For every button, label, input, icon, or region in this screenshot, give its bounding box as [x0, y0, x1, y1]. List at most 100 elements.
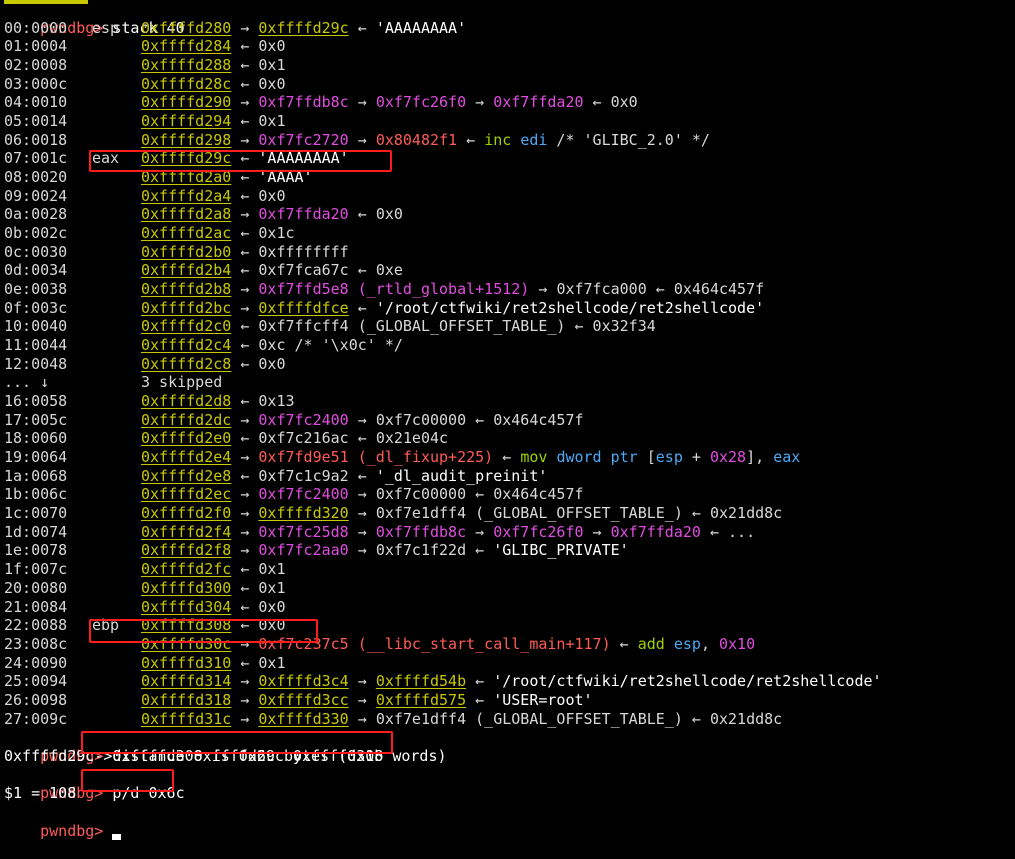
stack-offset: 00:0000 — [4, 18, 68, 37]
stack-address[interactable]: 0xffffd2bc — [141, 299, 231, 317]
stack-address[interactable]: 0xffffd2c8 — [141, 355, 231, 373]
stack-address[interactable]: 0xffffd29c — [141, 149, 231, 167]
stack-offset: 06:0018 — [4, 130, 68, 149]
stack-address[interactable]: 0xffffd318 — [141, 691, 231, 709]
stack-row: ... ↓ 3 skipped — [4, 373, 1014, 392]
stack-value: → — [231, 690, 259, 709]
stack-address[interactable]: 0xffffd2a0 — [141, 168, 231, 186]
stack-value: → — [348, 690, 376, 709]
stack-value: ← — [682, 504, 710, 523]
stack-address[interactable]: 0xffffd308 — [141, 616, 231, 634]
stack-address[interactable]: 0xffffd2dc — [141, 411, 231, 429]
stack-value: ← — [348, 18, 376, 37]
stack-address[interactable]: 0xffffd575 — [376, 691, 466, 709]
stack-address[interactable]: 0xffffd3c4 — [258, 672, 348, 690]
stack-address[interactable]: 0xffffd2d8 — [141, 392, 231, 410]
stack-address[interactable]: 0xffffd2ec — [141, 485, 231, 503]
stack-command-line[interactable]: pwndbg> stack 40 — [4, 0, 1014, 37]
stack-address[interactable]: 0xffffd2a4 — [141, 187, 231, 205]
stack-value: ← — [610, 634, 638, 653]
stack-value: → — [231, 522, 259, 541]
stack-address[interactable]: 0xffffd320 — [258, 504, 348, 522]
distance-command-line[interactable]: pwndbg> distance 0xffffd29c 0xffffd308 — [4, 728, 1014, 765]
stack-address[interactable]: 0xffffd54b — [376, 672, 466, 690]
stack-offset: ... ↓ — [4, 373, 50, 392]
stack-value: 0x0 — [375, 205, 403, 224]
stack-value: → — [231, 93, 259, 112]
stack-offset: 16:0058 — [4, 392, 68, 411]
stack-address[interactable]: 0xffffd330 — [258, 710, 348, 728]
stack-value: 'GLIBC_PRIVATE' — [493, 541, 629, 560]
stack-value: → — [231, 205, 259, 224]
stack-value: esp — [655, 448, 683, 467]
stack-value: '/root/ctfwiki/ret2shellcode/ret2shellco… — [493, 672, 882, 691]
stack-address[interactable]: 0xffffd28c — [141, 75, 231, 93]
stack-value: → — [231, 130, 259, 149]
stack-address[interactable]: 0xffffd2f0 — [141, 504, 231, 522]
stack-address[interactable]: 0xffffd2e0 — [141, 429, 231, 447]
stack-address[interactable]: 0xffffd2e4 — [141, 448, 231, 466]
stack-offset: 24:0090 — [4, 653, 68, 672]
stack-address[interactable]: 0xffffd29c — [258, 19, 348, 37]
stack-value: ], — [746, 448, 774, 467]
stack-row: 1d:0074 0xffffd2f4 → 0xf7fc25d8 → 0xf7ffd… — [4, 523, 1014, 542]
stack-address[interactable]: 0xffffd300 — [141, 579, 231, 597]
input-prompt-line[interactable]: pwndbg> — [4, 803, 1014, 841]
stack-address[interactable]: 0xffffd288 — [141, 56, 231, 74]
stack-address[interactable]: 0xffffd298 — [141, 131, 231, 149]
stack-value: 'AAAAAAAA' — [375, 18, 467, 37]
stack-offset: 03:000c — [4, 74, 68, 93]
stack-value: 0xf7ffda20 — [258, 205, 349, 224]
stack-value: → — [231, 280, 259, 299]
stack-address[interactable]: 0xffffd284 — [141, 37, 231, 55]
stack-offset: 21:0084 — [4, 597, 68, 616]
stack-address[interactable]: 0xffffd2c0 — [141, 317, 231, 335]
stack-address[interactable]: 0xffffd2f4 — [141, 523, 231, 541]
stack-row: 05:0014 0xffffd294 ← 0x1 — [4, 112, 1014, 131]
stack-address[interactable]: 0xffffd2fc — [141, 560, 231, 578]
stack-address[interactable]: 0xffffd31c — [141, 710, 231, 728]
stack-offset: 0e:0038 — [4, 280, 68, 299]
stack-offset: 0c:0030 — [4, 242, 68, 261]
stack-address[interactable]: 0xffffd30c — [141, 635, 231, 653]
stack-row: 27:009c 0xffffd31c → 0xffffd330 → 0xf7e1d… — [4, 710, 1014, 729]
stack-offset: 12:0048 — [4, 354, 68, 373]
stack-address[interactable]: 0xffffd2f8 — [141, 541, 231, 559]
print-command-line[interactable]: pwndbg> p/d 0x6c — [4, 766, 1014, 802]
stack-value: → — [348, 504, 376, 523]
stack-value: → — [231, 410, 259, 429]
stack-address[interactable]: 0xffffd2a8 — [141, 205, 231, 223]
stack-offset: 1b:006c — [4, 485, 68, 504]
stack-address[interactable]: 0xffffd3cc — [258, 691, 348, 709]
stack-offset: 07:001c — [4, 149, 68, 168]
stack-value: → — [231, 504, 259, 523]
stack-address[interactable]: 0xffffd310 — [141, 654, 231, 672]
stack-value: 0xf7c216ac — [258, 429, 349, 448]
stack-value: edi — [520, 130, 548, 149]
stack-address[interactable]: 0xffffd280 — [141, 19, 231, 37]
stack-offset: 0a:0028 — [4, 205, 68, 224]
stack-value: 0x0 — [258, 354, 286, 373]
stack-address[interactable]: 0xffffd2b8 — [141, 280, 231, 298]
stack-value: 0xf7e1dff4 (_GLOBAL_OFFSET_TABLE_) — [375, 709, 683, 728]
stack-address[interactable]: 0xffffd2e8 — [141, 467, 231, 485]
stack-value: ← — [231, 354, 259, 373]
stack-offset: 1a:0068 — [4, 466, 68, 485]
stack-value: 3 skipped — [141, 373, 223, 392]
stack-address[interactable]: 0xffffd2ac — [141, 224, 231, 242]
stack-address[interactable]: 0xffffd314 — [141, 672, 231, 690]
stack-value: dword ptr — [556, 448, 638, 467]
stack-value — [349, 448, 358, 466]
stack-value: → — [231, 672, 259, 691]
stack-value: ← — [466, 690, 494, 709]
stack-value: 0xc /* '\x0c' */ — [258, 336, 403, 355]
stack-address[interactable]: 0xffffd290 — [141, 93, 231, 111]
stack-address[interactable]: 0xffffd2b0 — [141, 243, 231, 261]
stack-address[interactable]: 0xffffd2c4 — [141, 336, 231, 354]
stack-address[interactable]: 0xffffdfce — [258, 299, 348, 317]
stack-offset: 1f:007c — [4, 560, 68, 579]
stack-value: 0xf7e1dff4 (_GLOBAL_OFFSET_TABLE_) — [375, 504, 683, 523]
stack-address[interactable]: 0xffffd304 — [141, 598, 231, 616]
stack-address[interactable]: 0xffffd2b4 — [141, 261, 231, 279]
stack-address[interactable]: 0xffffd294 — [141, 112, 231, 130]
